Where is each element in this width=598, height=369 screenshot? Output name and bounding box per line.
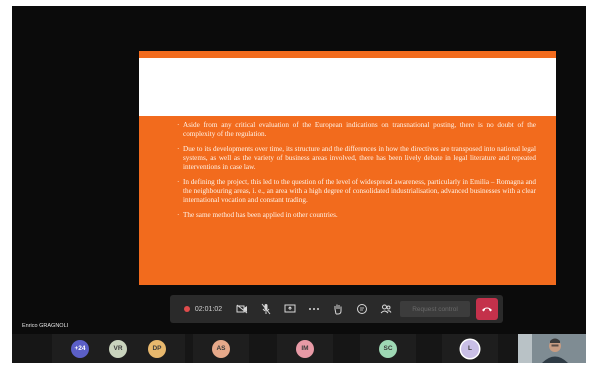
more-actions-button[interactable]: [304, 295, 324, 323]
camera-off-icon: [236, 304, 248, 314]
mute-button[interactable]: [256, 295, 276, 323]
participant-video-icon: [518, 334, 586, 363]
avatar: DP: [148, 339, 166, 358]
avatar: L: [461, 339, 479, 358]
participant-tile[interactable]: DP: [129, 334, 185, 363]
slide-header-area: [139, 58, 556, 116]
participant-strip: +24 VR DP AS IM SC L: [12, 334, 586, 363]
participant-tile[interactable]: SC: [360, 334, 416, 363]
request-control-button[interactable]: Request control: [400, 301, 470, 317]
meeting-window: Aside from any critical evaluation of th…: [12, 6, 586, 363]
participants-icon: [380, 304, 392, 314]
participant-tile[interactable]: L: [442, 334, 498, 363]
chat-icon: [357, 304, 367, 314]
slide-body: Aside from any critical evaluation of th…: [139, 121, 556, 226]
meeting-controls-bar: 02:01:02 Request control: [170, 295, 503, 323]
hang-up-button[interactable]: [476, 298, 498, 320]
speaker-name-label: Enrico GRAGNOLI: [22, 323, 69, 329]
slide-bullet: In defining the project, this led to the…: [177, 178, 536, 205]
slide-bullet: Aside from any critical evaluation of th…: [177, 121, 536, 139]
participant-tile[interactable]: IM: [277, 334, 333, 363]
slide-top-stripe: [139, 51, 556, 56]
timer-text: 02:01:02: [194, 305, 223, 313]
participant-tile[interactable]: AS: [193, 334, 249, 363]
recording-icon: [183, 306, 190, 312]
slide-bullet: The same method has been applied in othe…: [177, 211, 536, 220]
ellipsis-icon: [309, 308, 319, 310]
share-tray-button[interactable]: [280, 295, 300, 323]
avatar: SC: [379, 339, 397, 358]
avatar: AS: [212, 339, 230, 358]
mic-off-icon: [261, 303, 271, 315]
shared-slide: Aside from any critical evaluation of th…: [139, 51, 556, 285]
slide-bullet: Due to its developments over time, its s…: [177, 145, 536, 172]
avatar: +24: [71, 339, 89, 358]
raise-hand-button[interactable]: [328, 295, 348, 323]
phone-hangup-icon: [482, 307, 492, 312]
avatar: VR: [109, 339, 127, 358]
avatar: IM: [296, 339, 314, 358]
camera-off-button[interactable]: [232, 295, 252, 323]
participants-button[interactable]: [376, 295, 396, 323]
raise-hand-icon: [334, 304, 342, 315]
share-screen-icon: [284, 304, 296, 313]
recording-timer: 02:01:02: [178, 295, 228, 323]
participant-video-tile[interactable]: [518, 334, 586, 363]
chat-button[interactable]: [352, 295, 372, 323]
